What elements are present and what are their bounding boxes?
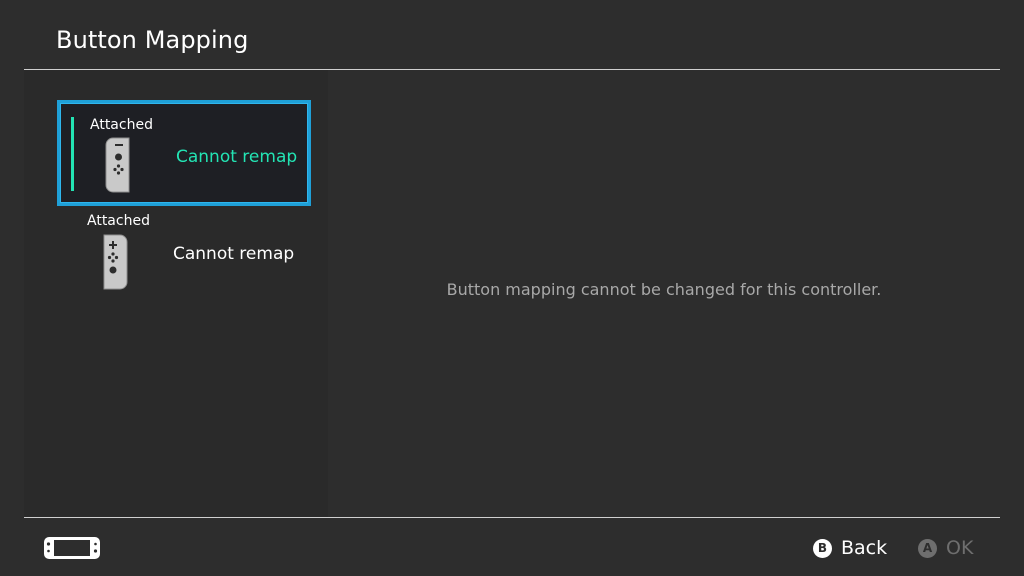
detail-message: Button mapping cannot be changed for thi… [446,280,882,299]
controller-item-left[interactable]: Attached Cannot remap [57,100,311,206]
back-button[interactable]: B Back [813,536,887,560]
footer-divider [24,517,1000,518]
ok-label: OK [946,537,974,559]
controller-item-right[interactable]: Attached Cannot remap [57,200,311,306]
controller-remap-status: Cannot remap [176,147,298,167]
selection-accent-bar [71,117,74,191]
back-label: Back [841,537,888,559]
ok-button[interactable]: A OK [918,536,973,560]
controller-status: Attached [87,213,150,229]
right-joycon-icon [103,234,128,290]
detail-panel: Button mapping cannot be changed for thi… [328,70,1000,517]
page-title: Button Mapping [56,26,249,54]
a-button-icon: A [918,538,937,558]
left-joycon-icon [105,137,130,193]
b-button-icon: B [813,538,832,558]
handheld-console-icon [44,537,100,559]
controller-status: Attached [90,117,153,133]
controller-remap-status: Cannot remap [173,244,295,264]
